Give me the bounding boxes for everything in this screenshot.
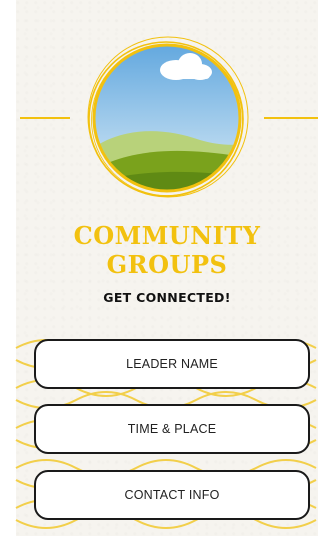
contact-info-label: CONTACT INFO [124,488,220,502]
contact-info-button[interactable]: CONTACT INFO [34,470,310,520]
subtitle: GET CONNECTED! [103,290,231,305]
leader-name-button[interactable]: LEADER NAME [34,339,310,389]
title-line-1: COMMUNITY [73,221,261,250]
title-line-2: GROUPS [106,250,228,279]
app-screen: COMMUNITY GROUPS GET CONNECTED! LEADER N… [0,0,318,536]
time-place-label: TIME & PLACE [127,422,217,436]
time-place-button[interactable]: TIME & PLACE [34,404,310,454]
leader-name-label: LEADER NAME [126,357,218,371]
